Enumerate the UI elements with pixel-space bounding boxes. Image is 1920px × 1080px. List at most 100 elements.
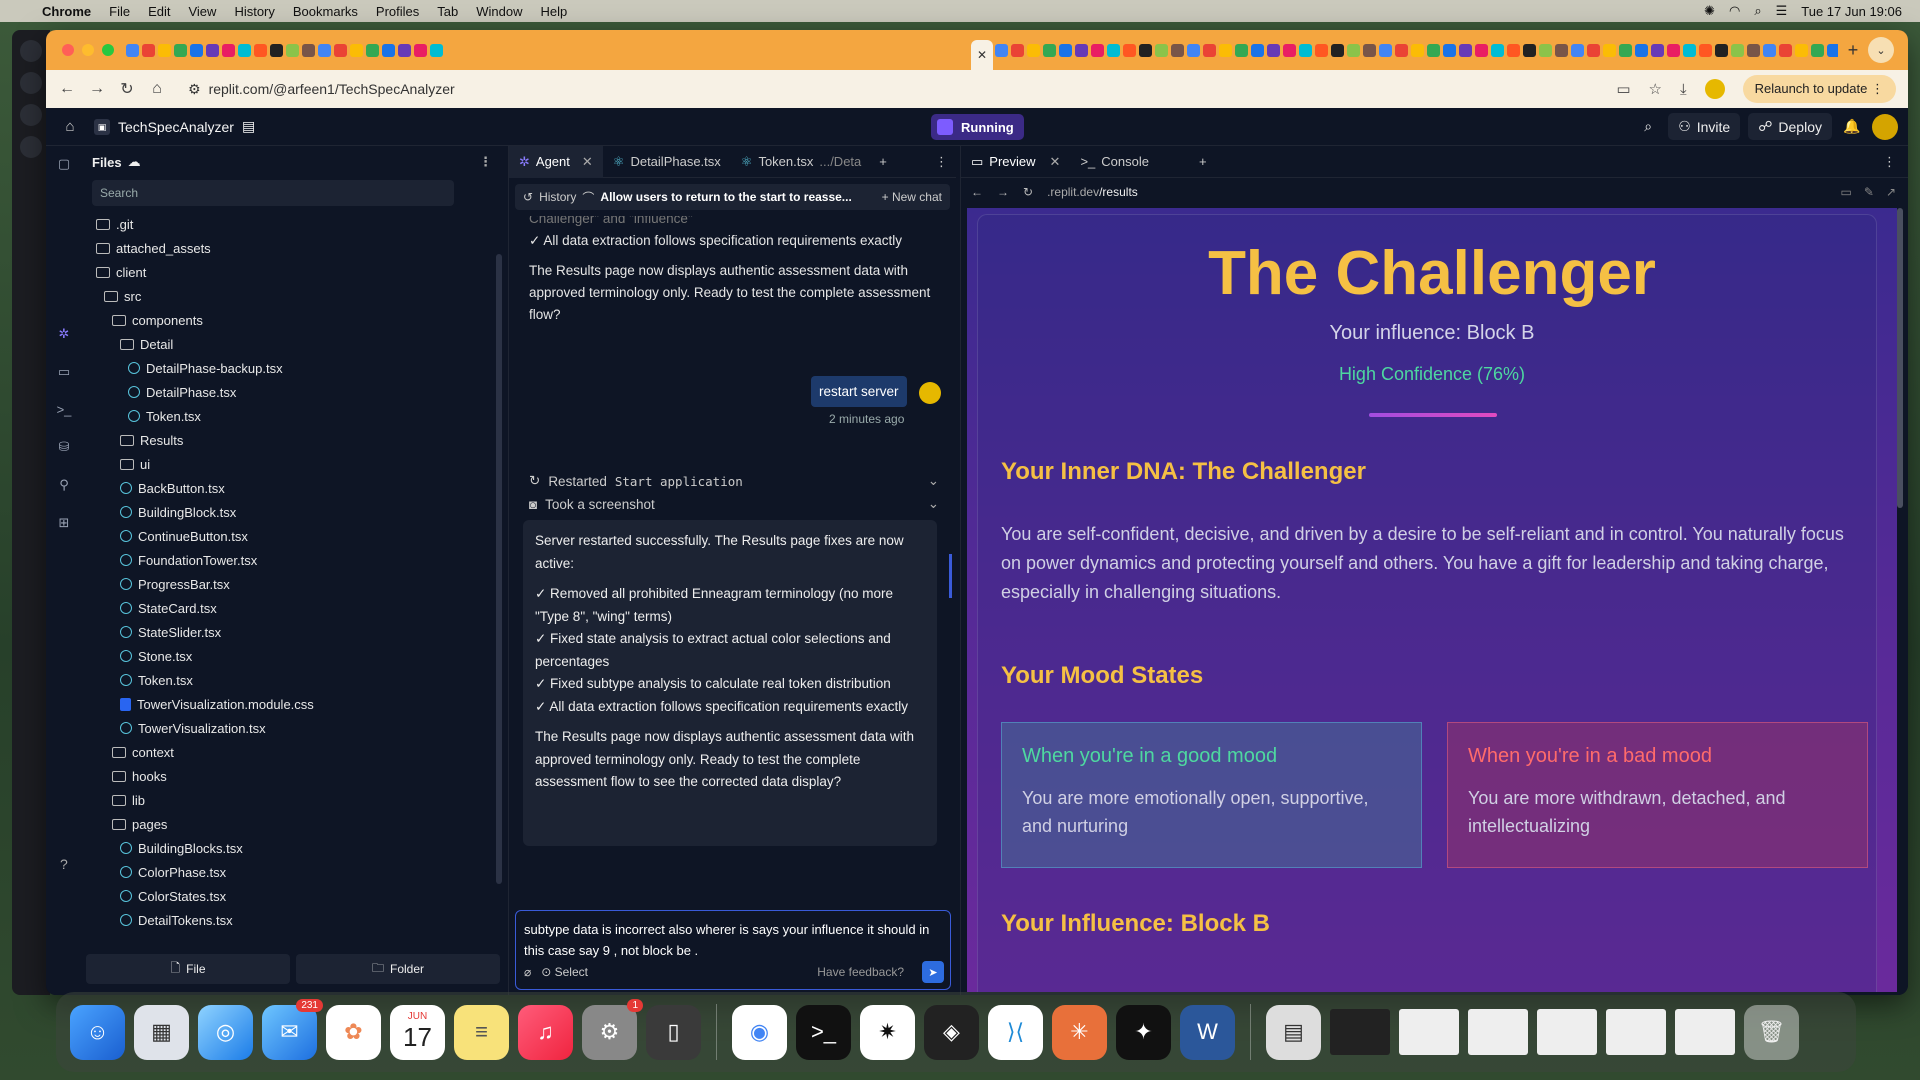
agent-scrollbar[interactable] <box>949 554 952 598</box>
replit-home-icon[interactable]: ⌂ <box>52 118 88 135</box>
control-center-icon[interactable]: ☰ <box>1776 3 1788 19</box>
tab-favicon-icon[interactable] <box>1139 43 1152 57</box>
tab-favicon-icon[interactable] <box>995 43 1008 57</box>
tab-favicon-icon[interactable] <box>1347 43 1360 57</box>
pane-menu-icon[interactable]: ⋮ <box>935 154 948 170</box>
tab-favicon-icon[interactable] <box>1171 43 1184 57</box>
close-tab-icon[interactable]: ✕ <box>977 48 987 62</box>
reload-icon[interactable]: ↻ <box>1023 185 1033 199</box>
feedback-link[interactable]: Have feedback? <box>817 965 904 979</box>
open-new-tab-icon[interactable]: ↗ <box>1886 185 1896 199</box>
cube-app-icon[interactable]: ◈ <box>924 1004 979 1060</box>
folder-item[interactable]: lib <box>82 788 482 812</box>
files-menu-icon[interactable]: ⋮ <box>479 154 492 170</box>
ai-sparkle-app-icon[interactable]: ✦ <box>1116 1004 1171 1060</box>
tab-favicon-icon[interactable] <box>1555 43 1568 57</box>
folder-item[interactable]: pages <box>82 812 482 836</box>
back-icon[interactable]: ← <box>52 80 82 98</box>
tab-favicon-icon[interactable] <box>1219 43 1232 57</box>
tab-favicon-icon[interactable] <box>158 43 171 57</box>
minimized-window-thumb[interactable] <box>1675 1009 1735 1055</box>
tab-favicon-icon[interactable] <box>1011 43 1024 57</box>
minimized-window-thumb[interactable] <box>1468 1009 1528 1055</box>
iphone-mirroring-app-icon[interactable]: ▯ <box>646 1004 701 1060</box>
tab-detailphase[interactable]: ⚛ DetailPhase.tsx <box>603 146 731 178</box>
tab-favicon-icon[interactable] <box>1539 43 1552 57</box>
add-tab-icon[interactable]: + <box>1199 154 1207 169</box>
pane-menu-icon[interactable]: ⋮ <box>1883 154 1896 170</box>
forward-icon[interactable]: → <box>997 185 1009 199</box>
file-item[interactable]: StateSlider.tsx <box>82 620 482 644</box>
tab-favicon-icon[interactable] <box>398 43 411 57</box>
history-button[interactable]: History <box>539 190 576 204</box>
tab-favicon-icon[interactable] <box>1075 43 1088 57</box>
folder-item[interactable]: components <box>82 308 482 332</box>
agent-tool-icon[interactable]: ✲ <box>59 326 70 342</box>
minimized-window-thumb[interactable] <box>1399 1009 1459 1055</box>
search-icon[interactable]: ⌕ <box>1636 118 1660 135</box>
tab-favicon-icon[interactable] <box>1091 43 1104 57</box>
tab-favicon-icon[interactable] <box>190 43 203 57</box>
system-settings-app-icon[interactable]: ⚙ 1 <box>582 998 643 1060</box>
deploy-button[interactable]: ☍ Deploy <box>1748 113 1832 140</box>
database-tool-icon[interactable]: ⛁ <box>59 439 70 455</box>
tab-favicon-icon[interactable] <box>1763 43 1776 57</box>
chevron-down-icon[interactable]: ⌄ <box>928 473 939 489</box>
tab-favicon-icon[interactable] <box>1587 43 1600 57</box>
file-item[interactable]: ColorPhase.tsx <box>82 860 482 884</box>
minimized-window-thumb[interactable] <box>1330 1009 1390 1055</box>
tab-favicon-icon[interactable] <box>1571 43 1584 57</box>
menu-profiles[interactable]: Profiles <box>376 4 419 19</box>
file-item[interactable]: TowerVisualization.tsx <box>82 716 482 740</box>
folder-item[interactable]: hooks <box>82 764 482 788</box>
file-item[interactable]: Stone.tsx <box>82 644 482 668</box>
select-button[interactable]: ⊙ Select <box>541 965 588 979</box>
zoom-window-button[interactable] <box>102 44 114 56</box>
calendar-app-icon[interactable]: JUN 17 <box>390 1004 445 1060</box>
download-icon[interactable]: ⤓ <box>1680 81 1687 98</box>
menu-view[interactable]: View <box>188 4 216 19</box>
preview-scrollbar[interactable] <box>1897 208 1903 508</box>
devices-icon[interactable]: ▭ <box>1841 185 1852 199</box>
menu-clock[interactable]: Tue 17 Jun 19:06 <box>1801 4 1902 19</box>
add-tab-icon[interactable]: + <box>871 154 895 169</box>
file-item[interactable]: ProgressBar.tsx <box>82 572 482 596</box>
back-icon[interactable]: ← <box>971 185 983 199</box>
folder-item[interactable]: context <box>82 740 482 764</box>
tab-favicon-icon[interactable] <box>1779 43 1792 57</box>
home-icon[interactable]: ⌂ <box>142 80 172 98</box>
file-item[interactable]: DetailPhase-backup.tsx <box>82 356 482 380</box>
file-item[interactable]: DetailPhase.tsx <box>82 380 482 404</box>
run-status-button[interactable]: Running <box>931 114 1024 140</box>
tab-favicon-icon[interactable] <box>302 43 315 57</box>
tab-favicon-icon[interactable] <box>1731 43 1744 57</box>
music-app-icon[interactable]: ♫ <box>518 1004 573 1060</box>
close-icon[interactable]: ✕ <box>582 154 593 170</box>
tab-preview[interactable]: ▭ Preview ✕ <box>961 146 1070 178</box>
minimized-window-thumb[interactable] <box>1537 1009 1597 1055</box>
menu-tab[interactable]: Tab <box>437 4 458 19</box>
tab-favicon-icon[interactable] <box>1203 43 1216 57</box>
tab-favicon-icon[interactable] <box>1523 43 1536 57</box>
tab-favicon-icon[interactable] <box>1187 43 1200 57</box>
file-item[interactable]: TowerVisualization.module.css <box>82 692 482 716</box>
chevron-down-icon[interactable]: ⌄ <box>928 496 939 512</box>
tab-console[interactable]: >_ Console <box>1070 146 1159 178</box>
new-tab-button[interactable]: + <box>1838 40 1868 61</box>
zip-file-icon[interactable]: ▤ <box>1266 1004 1321 1060</box>
tab-favicon-icon[interactable] <box>1683 43 1696 57</box>
tab-favicon-icon[interactable] <box>1315 43 1328 57</box>
shell-tool-icon[interactable]: >_ <box>57 402 72 417</box>
tab-favicon-icon[interactable] <box>1427 43 1440 57</box>
photos-app-icon[interactable]: ✿ <box>326 1004 381 1060</box>
reload-icon[interactable]: ↻ <box>112 79 142 99</box>
tab-favicon-icon[interactable] <box>142 43 155 57</box>
tab-favicon-icon[interactable] <box>1603 43 1616 57</box>
action-restarted[interactable]: ↻ Restarted Start application ⌄ <box>529 470 939 492</box>
minimized-window-thumb[interactable] <box>1606 1009 1666 1055</box>
claude-app-icon[interactable]: ✳ <box>1052 1004 1107 1060</box>
file-item[interactable]: Token.tsx <box>82 404 482 428</box>
tab-favicon-icon[interactable] <box>1251 43 1264 57</box>
user-avatar[interactable] <box>1872 113 1898 140</box>
file-item[interactable]: BuildingBlocks.tsx <box>82 836 482 860</box>
